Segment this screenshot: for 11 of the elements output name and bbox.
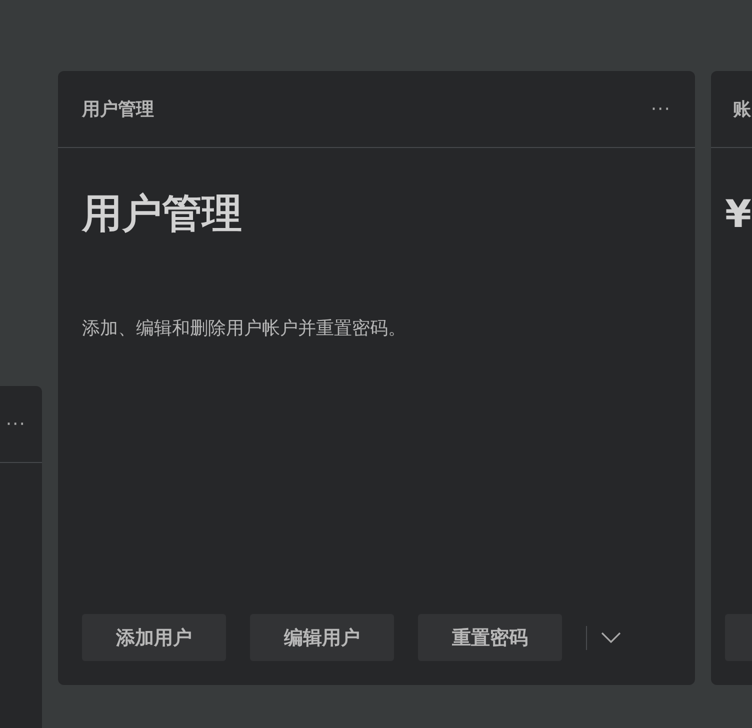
action-button[interactable]: 添加用户: [82, 614, 226, 661]
action-button[interactable]: 编辑用户: [250, 614, 394, 661]
card-header-title: 账: [733, 98, 751, 121]
card-title: ¥: [725, 191, 752, 238]
card-description: 添加、编辑和删除用户帐户并重置密码。: [82, 317, 407, 340]
card-title: 用户管理: [82, 190, 243, 239]
action-button[interactable]: 重置密码: [418, 614, 562, 661]
more-menu-button[interactable]: ···: [650, 98, 671, 120]
card-header-title: 用户管理: [82, 98, 154, 121]
chevron-down-icon[interactable]: [601, 632, 621, 643]
more-menu-button[interactable]: ···: [6, 414, 26, 434]
